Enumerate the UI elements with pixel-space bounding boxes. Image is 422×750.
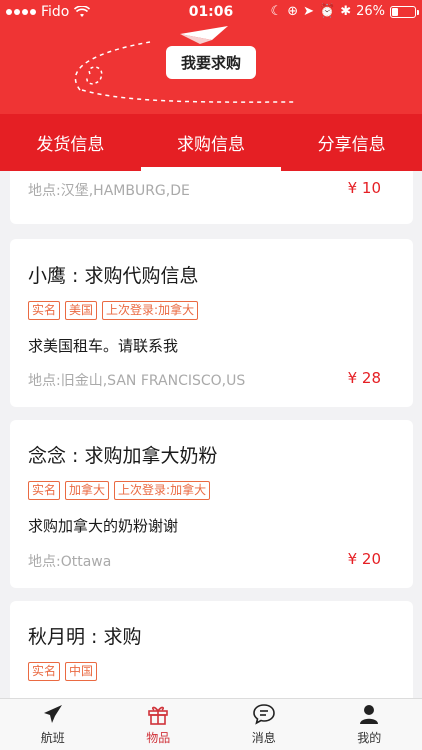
badge: 实名 (28, 662, 61, 681)
airplane-icon (43, 705, 62, 723)
tab-shipping[interactable]: 发货信息 (0, 114, 141, 171)
request-purchase-button[interactable]: 我要求购 (166, 46, 256, 79)
tab-purchase-requests[interactable]: 求购信息 (140, 114, 282, 171)
category-tabs: 发货信息 求购信息 分享信息 (0, 114, 422, 171)
moon-icon: ☾ (270, 4, 283, 19)
card-description: 求美国租车。请联系我 (28, 337, 179, 355)
list-item[interactable]: 地点:汉堡,HAMBURG,DE ¥ 10 (10, 171, 413, 224)
card-description: 求购加拿大的奶粉谢谢 (28, 517, 179, 535)
location-text: 地点:Ottawa (28, 554, 112, 570)
badge: 中国 (65, 662, 98, 681)
location-text: 地点:旧金山,SAN FRANCISCO,US (28, 373, 246, 389)
badge: 实名 (28, 481, 61, 500)
badge: 上次登录:加拿大 (102, 301, 199, 320)
bottom-tab-bar: 航班 物品 消息 我的 (0, 698, 422, 750)
chat-icon (252, 704, 275, 725)
list-item[interactable]: 秋月明 : 求购 实名 中国 (10, 601, 413, 698)
tabbar-item-flights[interactable]: 航班 (0, 699, 106, 750)
badge: 实名 (28, 301, 61, 320)
tab-share[interactable]: 分享信息 (281, 114, 422, 171)
tabbar-item-goods[interactable]: 物品 (106, 699, 212, 750)
price-label: ¥ 20 (347, 550, 381, 568)
card-title: 小鹰 : 求购代购信息 (28, 265, 199, 287)
badge-row: 实名 中国 (28, 662, 98, 681)
status-bar: Fido 01:06 ☾ ⊕ ➤ ⏰ ✱ 26% (0, 0, 422, 24)
battery-icon (390, 5, 419, 18)
person-icon (360, 705, 379, 724)
location-icon: ➤ (303, 4, 314, 19)
badge: 上次登录:加拿大 (114, 481, 211, 500)
request-list[interactable]: 地点:汉堡,HAMBURG,DE ¥ 10 小鹰 : 求购代购信息 实名 美国 … (0, 171, 422, 698)
list-item[interactable]: 小鹰 : 求购代购信息 实名 美国 上次登录:加拿大 求美国租车。请联系我 地点… (10, 239, 413, 407)
badge-row: 实名 加拿大 上次登录:加拿大 (28, 481, 211, 500)
badge: 加拿大 (65, 481, 110, 500)
alarm-icon: ⏰ (319, 4, 336, 19)
price-label: ¥ 28 (347, 369, 381, 387)
tabbar-item-profile[interactable]: 我的 (317, 699, 422, 750)
tabbar-item-messages[interactable]: 消息 (211, 699, 317, 750)
card-title: 念念 : 求购加拿大奶粉 (28, 445, 218, 467)
location-text: 地点:汉堡,HAMBURG,DE (28, 183, 190, 199)
rotation-lock-icon: ⊕ (287, 4, 299, 19)
badge-row: 实名 美国 上次登录:加拿大 (28, 301, 199, 320)
gift-icon (148, 706, 169, 725)
list-item[interactable]: 念念 : 求购加拿大奶粉 实名 加拿大 上次登录:加拿大 求购加拿大的奶粉谢谢 … (10, 420, 413, 588)
price-label: ¥ 10 (347, 179, 381, 197)
badge: 美国 (65, 301, 98, 320)
card-title: 秋月明 : 求购 (28, 626, 142, 648)
hero-banner: 我要求购 (0, 24, 422, 114)
battery-percent: 26% (356, 4, 385, 19)
bluetooth-icon: ✱ (340, 4, 352, 19)
